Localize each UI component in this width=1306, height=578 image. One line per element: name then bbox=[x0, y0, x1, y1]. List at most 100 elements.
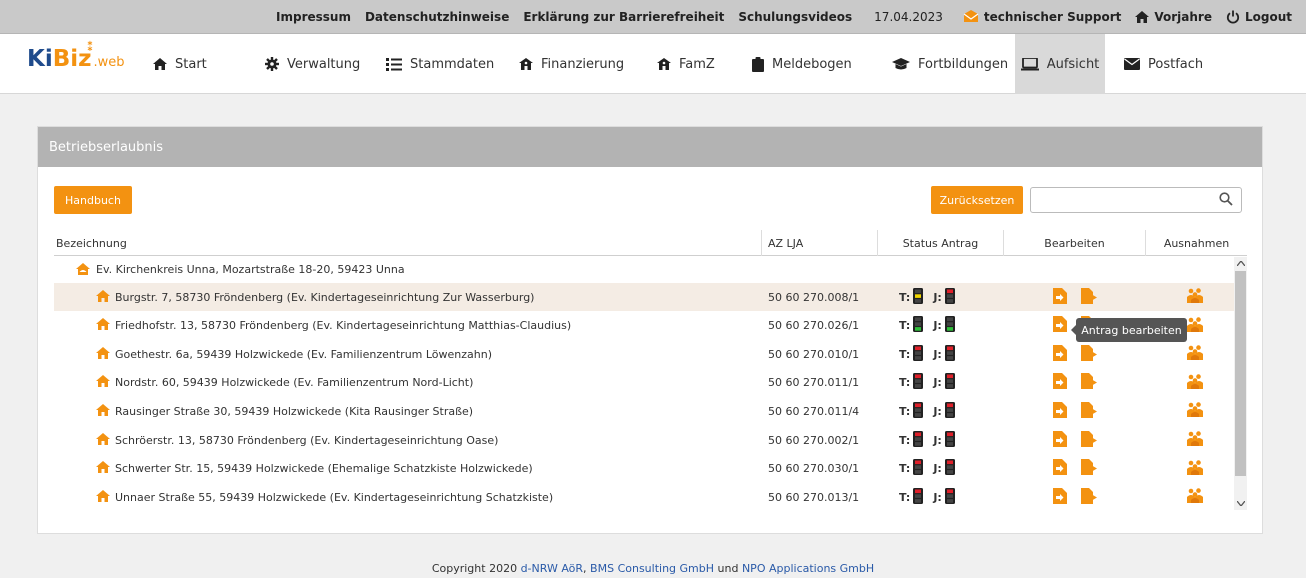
dnrw-link[interactable]: d-NRW AöR bbox=[521, 562, 583, 575]
home-icon bbox=[96, 375, 115, 390]
group-people-icon[interactable] bbox=[1186, 345, 1204, 363]
col-status[interactable]: Status Antrag bbox=[877, 230, 1003, 256]
row-az: 50 60 270.002/1 bbox=[768, 433, 860, 447]
forward-document-icon[interactable] bbox=[1081, 344, 1097, 364]
forward-document-icon[interactable] bbox=[1081, 373, 1097, 392]
group-people-icon[interactable] bbox=[1186, 488, 1204, 506]
edit-document-icon[interactable] bbox=[1053, 373, 1067, 392]
row-name[interactable]: Schwerter Str. 15, 59439 Holzwickede (Eh… bbox=[96, 461, 533, 476]
edit-document-icon[interactable] bbox=[1053, 287, 1067, 307]
group-people-icon[interactable] bbox=[1186, 431, 1204, 449]
nav-stammdaten[interactable]: Stammdaten bbox=[386, 34, 494, 94]
traffic-light-t-icon bbox=[913, 487, 924, 507]
table-row[interactable]: Friedhofstr. 13, 58730 Fröndenberg (Ev. … bbox=[54, 312, 1234, 340]
group-people-icon[interactable] bbox=[1186, 288, 1204, 306]
nav-finanzierung-label: Finanzierung bbox=[541, 56, 625, 72]
logo-web: .web bbox=[93, 55, 125, 70]
gear-icon bbox=[265, 57, 279, 71]
row-name[interactable]: Friedhofstr. 13, 58730 Fröndenberg (Ev. … bbox=[96, 318, 571, 333]
nav-start[interactable]: Start bbox=[153, 34, 207, 94]
traeger-label: Ev. Kirchenkreis Unna, Mozartstraße 18-2… bbox=[96, 262, 405, 276]
nav-finanzierung[interactable]: Finanzierung bbox=[519, 34, 624, 94]
edit-document-icon[interactable] bbox=[1053, 344, 1067, 364]
npo-link[interactable]: NPO Applications GmbH bbox=[742, 562, 874, 575]
copyright-prefix: Copyright 2020 bbox=[431, 562, 521, 575]
search-input[interactable] bbox=[1030, 187, 1242, 213]
nav-famz[interactable]: FamZ bbox=[657, 34, 715, 94]
status-t-label: T: bbox=[899, 376, 911, 390]
traffic-light-t-icon bbox=[913, 316, 924, 335]
row-name[interactable]: Goethestr. 6a, 59439 Holzwickede (Ev. Fa… bbox=[96, 346, 492, 362]
row-name[interactable]: Rausinger Straße 30, 59439 Holzwickede (… bbox=[96, 403, 473, 419]
scroll-down-arrow-icon[interactable] bbox=[1234, 497, 1247, 510]
status-t-label: T: bbox=[899, 490, 911, 504]
datenschutz-link[interactable]: Datenschutzhinweise bbox=[365, 10, 509, 24]
support-link[interactable]: technischer Support bbox=[963, 10, 1121, 24]
nav-verwaltung[interactable]: Verwaltung bbox=[265, 34, 360, 94]
status-j-label: J: bbox=[933, 376, 942, 390]
group-people-icon[interactable] bbox=[1186, 402, 1204, 420]
row-exceptions bbox=[1186, 316, 1204, 335]
table-row[interactable]: Burgstr. 7, 58730 Fröndenberg (Ev. Kinde… bbox=[54, 283, 1234, 311]
envelope-icon bbox=[1124, 58, 1140, 70]
edit-document-icon[interactable] bbox=[1053, 459, 1067, 478]
traeger-group-row[interactable]: Ev. Kirchenkreis Unna, Mozartstraße 18-2… bbox=[54, 257, 1234, 281]
scroll-thumb[interactable] bbox=[1235, 271, 1246, 476]
home-icon bbox=[96, 432, 115, 448]
nav-famz-label: FamZ bbox=[679, 56, 715, 72]
edit-document-icon[interactable] bbox=[1053, 316, 1067, 335]
main-nav: ⁑ KiBiz .web Start Verwaltung Stammdaten … bbox=[0, 34, 1306, 94]
barrierefreiheit-link[interactable]: Erklärung zur Barrierefreiheit bbox=[523, 10, 724, 24]
forward-document-icon[interactable] bbox=[1081, 287, 1097, 307]
traffic-light-t-icon bbox=[913, 430, 924, 450]
row-name[interactable]: Schröerstr. 13, 58730 Fröndenberg (Ev. K… bbox=[96, 432, 498, 448]
kibiz-logo[interactable]: ⁑ KiBiz .web bbox=[27, 40, 137, 82]
col-bezeichnung[interactable]: Bezeichnung bbox=[56, 230, 127, 256]
impressum-link[interactable]: Impressum bbox=[276, 10, 351, 24]
vorjahre-label: Vorjahre bbox=[1154, 9, 1212, 24]
edit-document-icon[interactable] bbox=[1053, 430, 1067, 450]
row-name[interactable]: Nordstr. 60, 59439 Holzwickede (Ev. Fami… bbox=[96, 375, 473, 390]
traffic-light-t-icon bbox=[913, 287, 924, 307]
table-header: Bezeichnung AZ LJA Status Antrag Bearbei… bbox=[54, 230, 1247, 256]
forward-document-icon[interactable] bbox=[1081, 401, 1097, 421]
home-icon bbox=[96, 318, 115, 333]
group-people-icon[interactable] bbox=[1186, 459, 1204, 478]
nav-stammdaten-label: Stammdaten bbox=[410, 56, 495, 72]
table-row[interactable]: Schwerter Str. 15, 59439 Holzwickede (Eh… bbox=[54, 455, 1234, 483]
handbuch-button[interactable]: Handbuch bbox=[54, 186, 132, 214]
schulungsvideos-link[interactable]: Schulungsvideos bbox=[738, 10, 852, 24]
row-edit-actions bbox=[1053, 487, 1097, 507]
forward-document-icon[interactable] bbox=[1081, 487, 1097, 507]
row-name[interactable]: Unnaer Straße 55, 59439 Holzwickede (Ev.… bbox=[96, 489, 553, 505]
search-icon[interactable] bbox=[1219, 192, 1233, 206]
nav-meldebogen[interactable]: Meldebogen bbox=[752, 34, 852, 94]
row-name[interactable]: Burgstr. 7, 58730 Fröndenberg (Ev. Kinde… bbox=[96, 289, 534, 305]
list-scrollbar[interactable] bbox=[1234, 257, 1247, 510]
table-row[interactable]: Unnaer Straße 55, 59439 Holzwickede (Ev.… bbox=[54, 483, 1234, 510]
table-row[interactable]: Nordstr. 60, 59439 Holzwickede (Ev. Fami… bbox=[54, 369, 1234, 397]
group-people-icon[interactable] bbox=[1186, 316, 1204, 335]
forward-document-icon[interactable] bbox=[1081, 430, 1097, 450]
row-edit-actions bbox=[1053, 430, 1097, 450]
table-row[interactable]: Goethestr. 6a, 59439 Holzwickede (Ev. Fa… bbox=[54, 340, 1234, 368]
traffic-light-t-icon bbox=[913, 459, 924, 478]
row-status: T: J: bbox=[899, 287, 955, 307]
vorjahre-link[interactable]: Vorjahre bbox=[1135, 10, 1212, 24]
bms-link[interactable]: BMS Consulting GmbH bbox=[590, 562, 714, 575]
nav-postfach[interactable]: Postfach bbox=[1124, 34, 1203, 94]
table-row[interactable]: Schröerstr. 13, 58730 Fröndenberg (Ev. K… bbox=[54, 426, 1234, 454]
edit-document-icon[interactable] bbox=[1053, 487, 1067, 507]
group-people-icon[interactable] bbox=[1186, 374, 1204, 392]
forward-document-icon[interactable] bbox=[1081, 459, 1097, 478]
scroll-up-arrow-icon[interactable] bbox=[1234, 257, 1247, 270]
graduation-cap-icon bbox=[892, 57, 910, 69]
reset-button[interactable]: Zurücksetzen bbox=[931, 186, 1023, 214]
edit-document-icon[interactable] bbox=[1053, 401, 1067, 421]
logout-link[interactable]: Logout bbox=[1226, 10, 1292, 24]
table-row[interactable]: Rausinger Straße 30, 59439 Holzwickede (… bbox=[54, 397, 1234, 425]
nav-fortbildungen[interactable]: Fortbildungen bbox=[892, 34, 1008, 94]
col-az[interactable]: AZ LJA bbox=[768, 230, 803, 256]
nav-aufsicht[interactable]: Aufsicht bbox=[1015, 34, 1105, 94]
panel-title: Betriebserlaubnis bbox=[38, 127, 1262, 167]
